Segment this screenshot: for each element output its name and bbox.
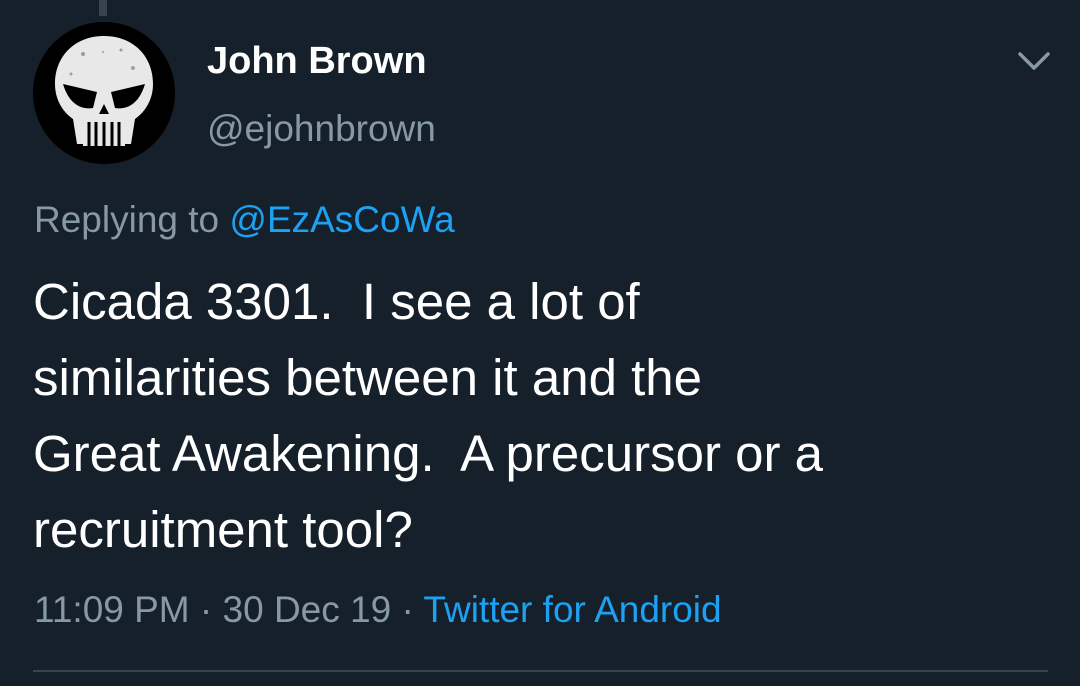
- tweet-text-line: recruitment tool?: [33, 501, 413, 558]
- tweet-time[interactable]: 11:09 PM: [34, 589, 190, 630]
- punisher-skull-icon: [33, 22, 175, 164]
- tweet-source-link[interactable]: Twitter for Android: [423, 589, 721, 630]
- tweet-text-line: Great Awakening. A precursor or a: [33, 425, 824, 482]
- tweet-text-line: similarities between it and the: [33, 349, 703, 406]
- tweet-text-line: Cicada 3301. I see a lot of: [33, 273, 640, 330]
- replying-to-line: Replying to @EzAsCoWa: [34, 199, 455, 241]
- tweet-body: Cicada 3301. I see a lot of similarities…: [33, 264, 1043, 568]
- tweet-menu-button[interactable]: [1014, 46, 1054, 76]
- reply-mention-link[interactable]: @EzAsCoWa: [229, 199, 454, 240]
- chevron-down-icon: [1018, 52, 1050, 70]
- replying-to-label: Replying to: [34, 199, 220, 240]
- author-display-name[interactable]: John Brown: [207, 40, 427, 83]
- avatar[interactable]: [33, 22, 175, 164]
- tweet-meta: 11:09 PM · 30 Dec 19 · Twitter for Andro…: [34, 589, 722, 631]
- tweet-date[interactable]: 30 Dec 19: [223, 589, 392, 630]
- divider: [33, 670, 1048, 672]
- meta-separator: ·: [401, 589, 414, 630]
- author-handle[interactable]: @ejohnbrown: [207, 108, 436, 150]
- thread-connector-line: [99, 0, 107, 16]
- meta-separator: ·: [199, 589, 213, 630]
